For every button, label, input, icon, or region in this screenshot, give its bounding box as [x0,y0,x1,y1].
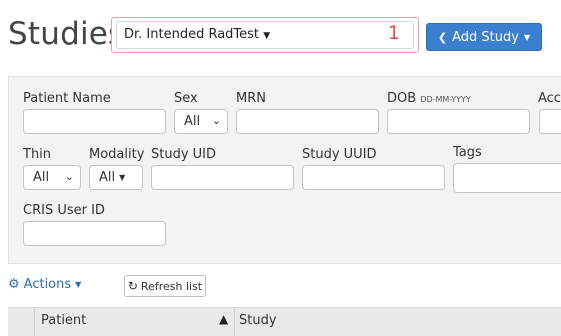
studies-table-header: Patient ▲︎ Study [8,307,561,336]
chevron-down-icon: ⌄ [64,170,74,183]
refresh-list-label: Refresh list [140,279,203,293]
cris-user-id-label: CRIS User ID [23,203,105,218]
patient-name-input[interactable] [23,109,166,134]
modality-label: Modality [89,147,145,162]
caret-down-icon: ▼ [523,32,531,42]
chevron-left-icon: ❮ [437,30,448,44]
column-header-patient[interactable]: Patient [41,313,86,328]
accession-input[interactable] [539,109,561,134]
dob-label-text: DOB [387,91,417,106]
dob-format-hint: DD-MM-YYYY [420,95,471,104]
mrn-label: MRN [236,91,266,106]
sex-label: Sex [174,91,198,106]
thin-select-value: All [33,170,50,185]
study-uid-label: Study UID [151,147,217,162]
user-select-dropdown[interactable]: Dr. Intended RadTest ▼ 1 [111,17,419,53]
add-study-button[interactable]: ❮ Add Study ▼ [426,23,542,51]
thin-label: Thin [23,147,52,162]
refresh-icon: ↻ [127,279,138,293]
select-all-cell[interactable] [8,308,35,336]
dob-input[interactable] [387,109,530,134]
add-study-label: Add Study [452,29,519,45]
column-divider [234,308,235,336]
mrn-input[interactable] [236,109,379,134]
sex-select-value: All [184,114,201,129]
patient-name-label: Patient Name [23,91,111,106]
column-header-study[interactable]: Study [239,313,277,328]
sex-select[interactable]: All ⌄ [174,109,228,134]
filter-panel: Patient Name Sex All ⌄ MRN DOB DD-MM-YYY… [8,76,561,264]
chevron-down-icon: ⌄ [211,114,221,127]
user-select-label: Dr. Intended RadTest ▼ [124,27,270,42]
study-uuid-label: Study UUID [302,147,377,162]
study-uuid-input[interactable] [302,165,445,190]
gear-icon: ⚙ [8,277,20,292]
actions-label: Actions [23,277,72,292]
accession-label: Acc [538,91,561,106]
refresh-list-button[interactable]: ↻ Refresh list [124,275,206,297]
caret-down-icon: ▼ [263,31,271,41]
tags-input[interactable] [453,163,561,193]
study-uid-input[interactable] [151,165,294,190]
cris-user-id-input[interactable] [23,221,166,246]
sort-icon[interactable]: ▲︎ [219,312,228,326]
modality-dropdown[interactable]: All ▼ [89,165,143,190]
page-title: Studies [8,16,125,52]
modality-value: All [99,170,116,185]
caret-down-icon: ▼ [119,173,126,182]
user-select-text: Dr. Intended RadTest [124,27,260,42]
tags-label: Tags [453,145,482,160]
actions-dropdown[interactable]: ⚙ Actions ▼ [8,277,81,292]
thin-select[interactable]: All ⌄ [23,165,81,190]
user-select-badge: 1 [387,22,400,44]
caret-down-icon: ▼ [75,280,82,289]
dob-label: DOB DD-MM-YYYY [387,91,471,106]
